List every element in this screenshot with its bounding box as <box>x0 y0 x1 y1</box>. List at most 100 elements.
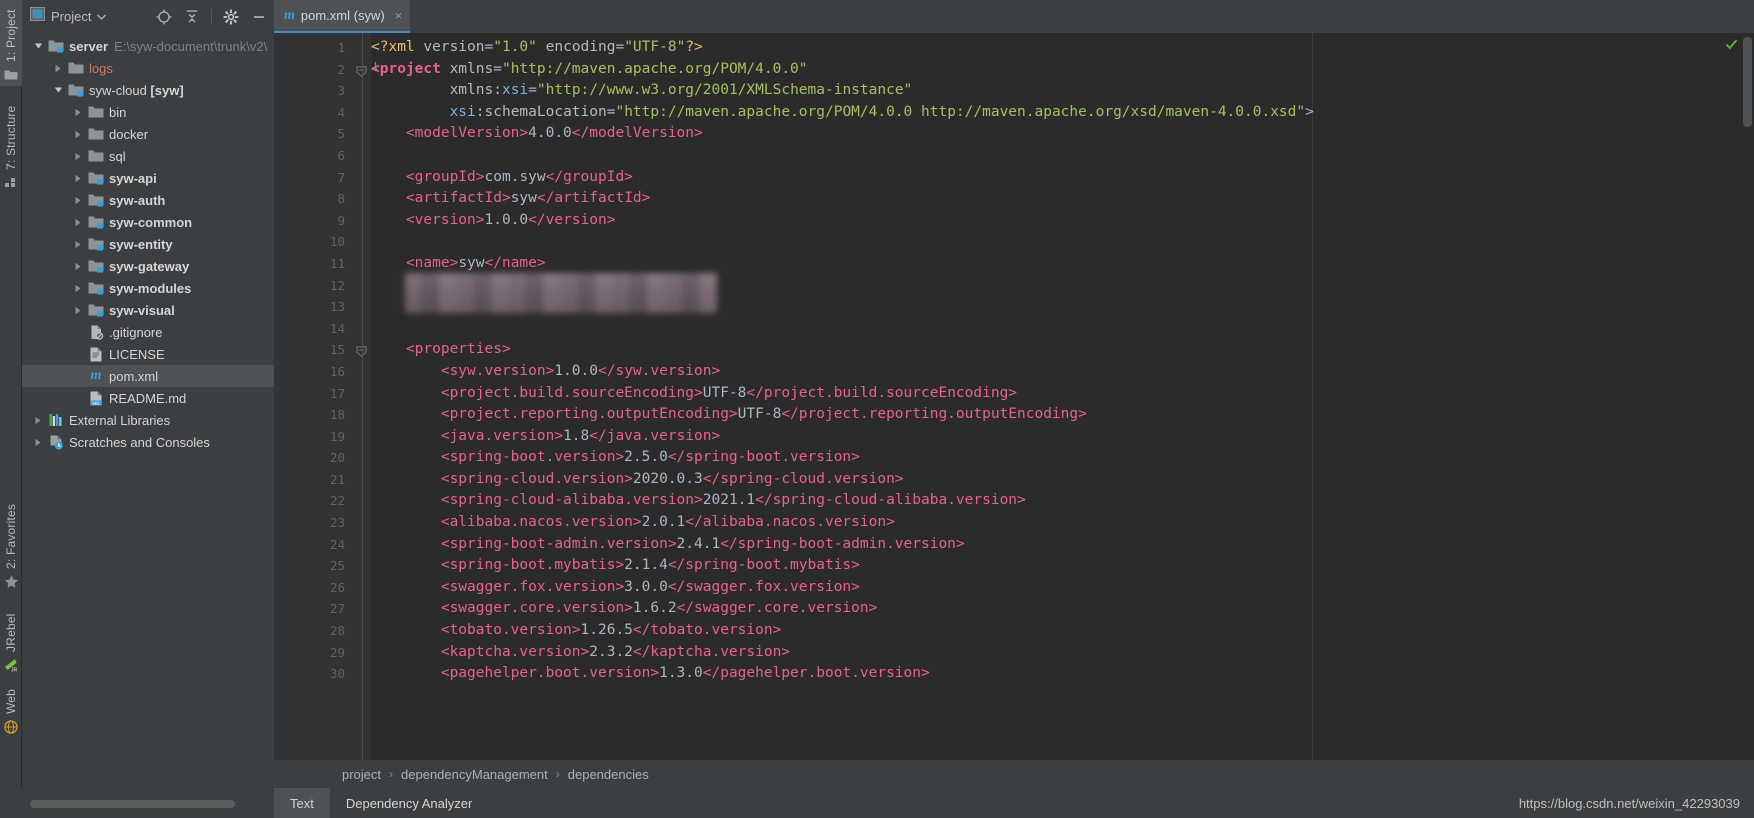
code-line[interactable]: <swagger.core.version>1.6.2</swagger.cor… <box>371 598 1754 620</box>
tree-item-syw-auth[interactable]: syw-auth <box>22 189 274 211</box>
line-number[interactable]: 21 <box>274 469 353 491</box>
code-line[interactable]: <project.build.sourceEncoding>UTF-8</pro… <box>371 383 1754 405</box>
code-line[interactable]: <artifactId>syw</artifactId> <box>371 188 1754 210</box>
line-number[interactable]: 18 <box>274 404 353 426</box>
code-line[interactable]: <spring-cloud.version>2020.0.3</spring-c… <box>371 469 1754 491</box>
code-line[interactable] <box>371 145 1754 167</box>
chevron-right-icon[interactable] <box>70 189 86 211</box>
tool-button-jrebel[interactable]: JRebel JR <box>0 600 22 678</box>
tool-button-structure[interactable]: 7: Structure <box>0 90 22 195</box>
code-line[interactable]: <version>1.0.0</version> <box>371 210 1754 232</box>
line-number[interactable]: 3 <box>274 80 353 102</box>
line-number[interactable]: 22 <box>274 490 353 512</box>
code-line[interactable]: <modelVersion>4.0.0</modelVersion> <box>371 123 1754 145</box>
target-icon[interactable] <box>153 6 175 28</box>
tree-item-syw-api[interactable]: syw-api <box>22 167 274 189</box>
line-number[interactable]: 30 <box>274 663 353 685</box>
code-line[interactable]: <project xmlns="http://maven.apache.org/… <box>371 59 1754 81</box>
tree-item-external-libraries[interactable]: External Libraries <box>22 409 274 431</box>
gear-icon[interactable] <box>220 6 242 28</box>
line-number[interactable]: 28 <box>274 620 353 642</box>
tree-item-bin[interactable]: bin <box>22 101 274 123</box>
tool-button-web[interactable]: Web <box>0 682 22 744</box>
line-number[interactable]: 4 <box>274 102 353 124</box>
breadcrumb-item[interactable]: dependencyManagement <box>401 767 548 782</box>
tree-item-docker[interactable]: docker <box>22 123 274 145</box>
chevron-down-icon[interactable] <box>50 79 66 101</box>
ok-check-icon[interactable] <box>1725 38 1738 54</box>
code-line[interactable] <box>371 275 1754 297</box>
code-line[interactable]: <groupId>com.syw</groupId> <box>371 167 1754 189</box>
code-line[interactable]: <spring-boot.mybatis>2.1.4</spring-boot.… <box>371 555 1754 577</box>
tree-item-syw-common[interactable]: syw-common <box>22 211 274 233</box>
project-tree[interactable]: serverE:\syw-document\trunk\v2\logssyw-c… <box>22 33 274 718</box>
line-number[interactable]: 16 <box>274 361 353 383</box>
chevron-right-icon[interactable] <box>50 57 66 79</box>
line-number[interactable]: 7 <box>274 167 353 189</box>
tree-item-pom-xml[interactable]: mpom.xml <box>22 365 274 387</box>
tree-item-syw-entity[interactable]: syw-entity <box>22 233 274 255</box>
breadcrumb-item[interactable]: dependencies <box>568 767 649 782</box>
line-number[interactable]: 23 <box>274 512 353 534</box>
editor-vertical-scrollbar[interactable] <box>1740 33 1754 760</box>
tool-button-project[interactable]: 1: Project <box>0 0 22 86</box>
tool-button-favorites[interactable]: 2: Favorites <box>0 505 22 595</box>
line-number-gutter[interactable]: 12m3456789101112131415161718192021222324… <box>274 33 353 760</box>
code-line[interactable]: <alibaba.nacos.version>2.0.1</alibaba.na… <box>371 512 1754 534</box>
chevron-right-icon[interactable] <box>70 167 86 189</box>
close-icon[interactable]: × <box>395 8 403 23</box>
code-line[interactable]: <tobato.version>1.26.5</tobato.version> <box>371 620 1754 642</box>
breadcrumb[interactable]: project›dependencyManagement›dependencie… <box>274 760 1754 788</box>
editor-tab-pom-xml[interactable]: m pom.xml (syw) × <box>274 0 410 33</box>
collapse-all-icon[interactable] <box>181 6 203 28</box>
code-line[interactable]: <kaptcha.version>2.3.2</kaptcha.version> <box>371 642 1754 664</box>
line-number[interactable]: 9 <box>274 210 353 232</box>
chevron-right-icon[interactable] <box>70 101 86 123</box>
scrollbar-thumb[interactable] <box>30 800 235 808</box>
line-number[interactable]: 27 <box>274 598 353 620</box>
source-code[interactable]: <?xml version="1.0" encoding="UTF-8"?><p… <box>371 33 1754 760</box>
scrollbar-thumb[interactable] <box>1743 37 1752 127</box>
chevron-right-icon[interactable] <box>30 409 46 431</box>
code-line[interactable]: <name>syw</name> <box>371 253 1754 275</box>
line-number[interactable]: 20 <box>274 447 353 469</box>
tree-item-license[interactable]: LICENSE <box>22 343 274 365</box>
line-number[interactable]: 25 <box>274 555 353 577</box>
minimize-icon[interactable] <box>248 6 270 28</box>
code-line[interactable] <box>371 231 1754 253</box>
tab-text[interactable]: Text <box>274 788 330 818</box>
line-number[interactable]: 17 <box>274 383 353 405</box>
line-number[interactable]: 11 <box>274 253 353 275</box>
line-number[interactable]: 29 <box>274 642 353 664</box>
code-editor[interactable]: 12m3456789101112131415161718192021222324… <box>274 33 1754 760</box>
line-number[interactable]: 10 <box>274 231 353 253</box>
code-line[interactable]: xsi:schemaLocation="http://maven.apache.… <box>371 102 1754 124</box>
code-line[interactable]: <?xml version="1.0" encoding="UTF-8"?> <box>371 37 1754 59</box>
chevron-right-icon[interactable] <box>70 233 86 255</box>
code-line[interactable] <box>371 318 1754 340</box>
sidebar-horizontal-scrollbar[interactable] <box>30 800 258 808</box>
code-line[interactable]: <spring-boot-admin.version>2.4.1</spring… <box>371 534 1754 556</box>
line-number[interactable]: 24 <box>274 534 353 556</box>
line-number[interactable]: 5 <box>274 123 353 145</box>
code-line[interactable]: xmlns:xsi="http://www.w3.org/2001/XMLSch… <box>371 80 1754 102</box>
code-line[interactable]: <pagehelper.boot.version>1.3.0</pagehelp… <box>371 663 1754 685</box>
chevron-right-icon[interactable] <box>70 277 86 299</box>
tree-item-syw-modules[interactable]: syw-modules <box>22 277 274 299</box>
chevron-right-icon[interactable] <box>30 431 46 453</box>
tree-item-logs[interactable]: logs <box>22 57 274 79</box>
chevron-right-icon[interactable] <box>70 255 86 277</box>
line-number[interactable]: 14 <box>274 318 353 340</box>
chevron-right-icon[interactable] <box>70 145 86 167</box>
tree-item-scratches-and-consoles[interactable]: Scratches and Consoles <box>22 431 274 453</box>
chevron-down-icon[interactable] <box>30 35 46 57</box>
breadcrumb-item[interactable]: project <box>342 767 381 782</box>
tree-item-readme-md[interactable]: MDREADME.md <box>22 387 274 409</box>
tree-item-syw-cloud-syw[interactable]: syw-cloud [syw] <box>22 79 274 101</box>
chevron-right-icon[interactable] <box>70 211 86 233</box>
tree-item-syw-gateway[interactable]: syw-gateway <box>22 255 274 277</box>
line-number[interactable]: 2m <box>274 59 353 81</box>
chevron-right-icon[interactable] <box>70 123 86 145</box>
code-line[interactable]: <spring-boot.version>2.5.0</spring-boot.… <box>371 447 1754 469</box>
chevron-down-icon[interactable] <box>97 14 106 20</box>
